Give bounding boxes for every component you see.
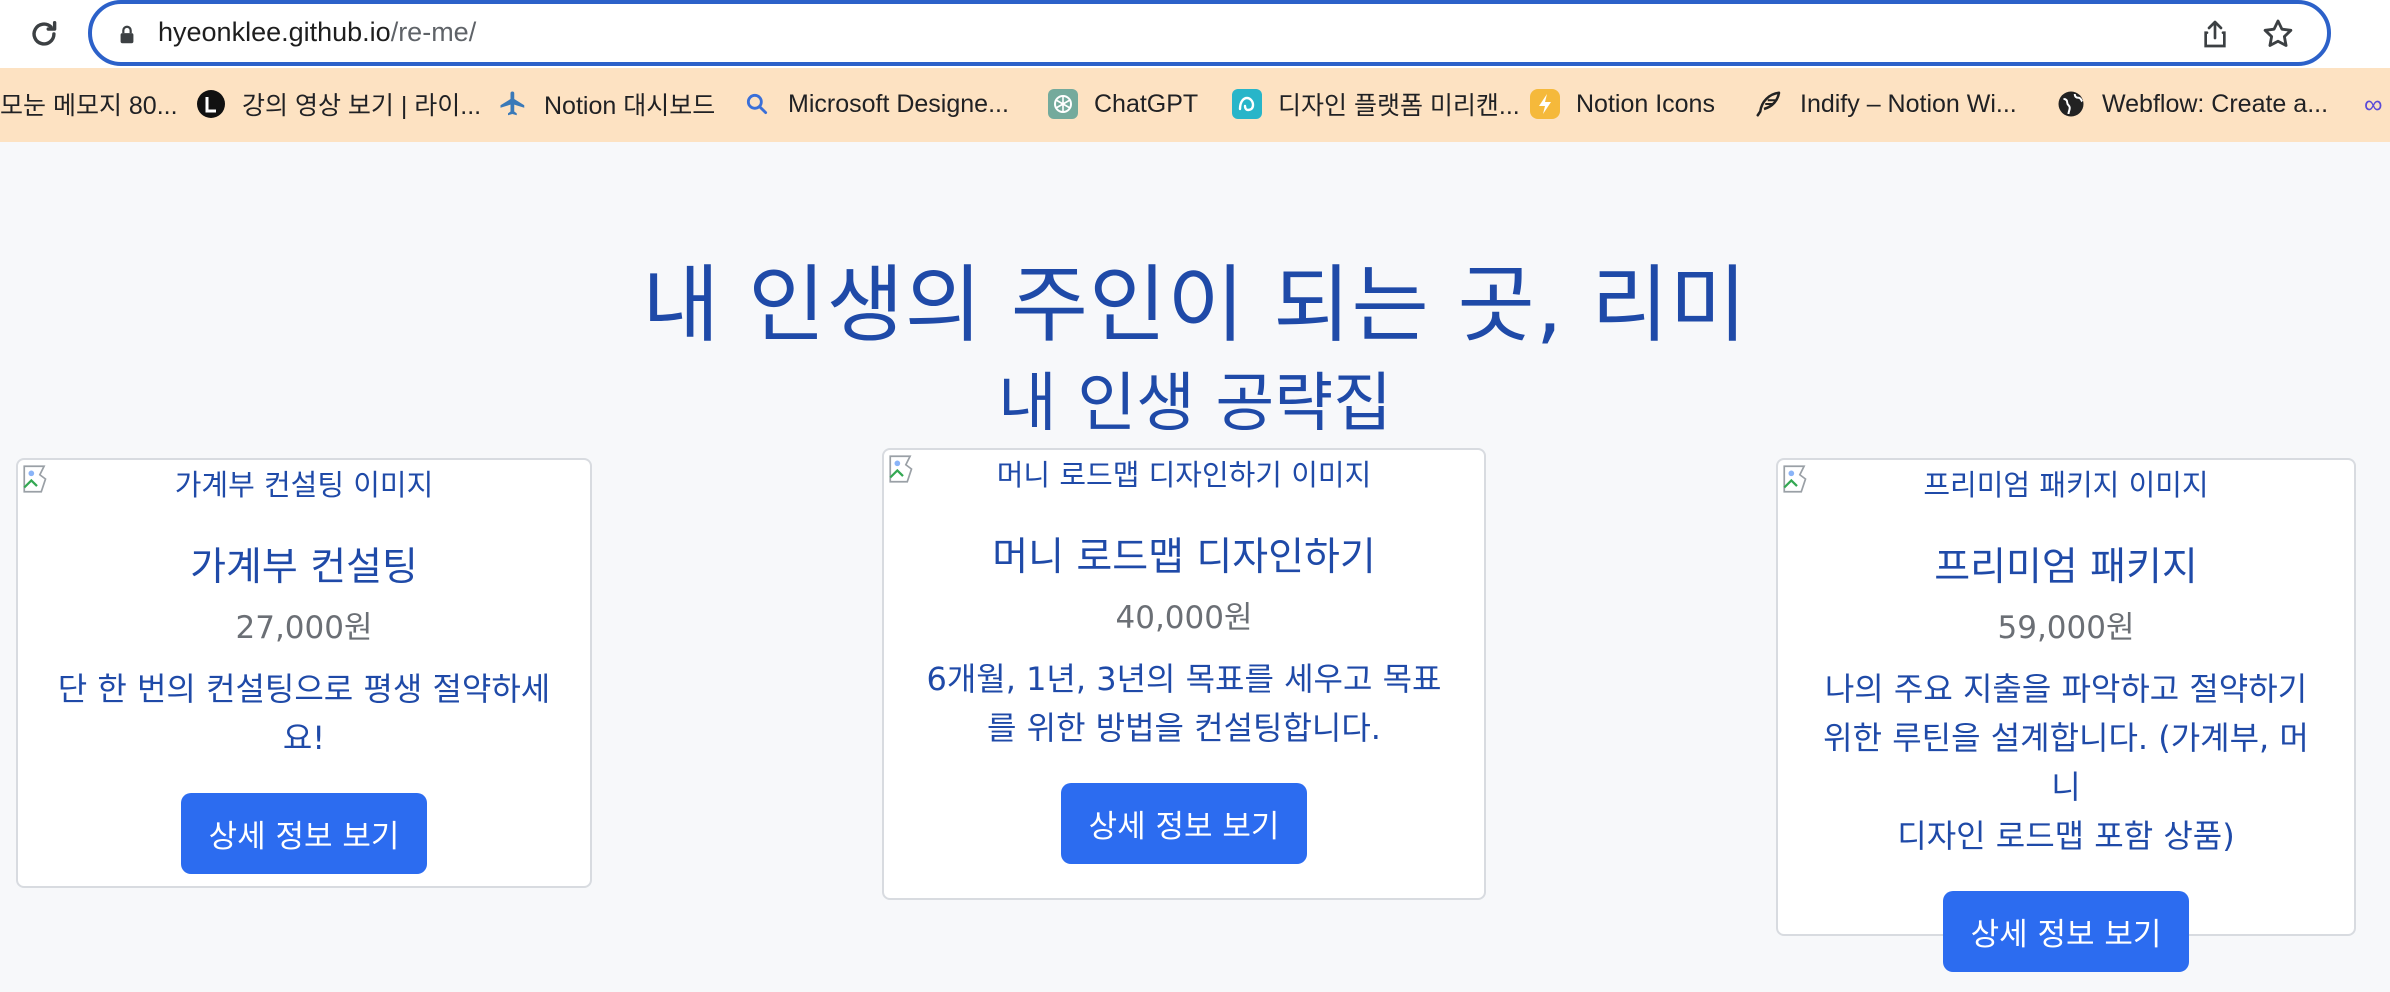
airplane-icon (498, 89, 528, 119)
page-subtitle: 내 인생 공략집 (998, 367, 1392, 441)
bookmark-item[interactable]: Webflow: Create a... (2056, 86, 2328, 122)
description-line: 6개월, 1년, 3년의 목표를 세우고 목표 (926, 660, 1442, 698)
bookmark-item[interactable]: Notion 대시보드 (498, 86, 715, 122)
chatgpt-icon (1048, 89, 1078, 119)
bookmark-label: Webflow: Create a... (2102, 89, 2329, 118)
bookmark-item[interactable]: Notion Icons (1530, 86, 1715, 122)
product-description: 6개월, 1년, 3년의 목표를 세우고 목표 를 위한 방법을 컨설팅합니다. (884, 655, 1484, 753)
url-text: hyeonklee.github.io/re-me/ (158, 17, 476, 48)
bookmark-item[interactable]: ChatGPT (1048, 86, 1198, 122)
bookmark-overflow-icon[interactable]: ∞ (2364, 86, 2383, 122)
product-price: 40,000원 (1115, 600, 1253, 636)
description-line: 나의 주요 지출을 파악하고 절약하기 (1824, 670, 2308, 708)
l-logo-icon (196, 89, 226, 119)
share-icon[interactable] (2199, 18, 2231, 50)
bookmark-label: 디자인 플랫폼 미리캔... (1278, 92, 1520, 120)
bookmark-label: ChatGPT (1094, 89, 1199, 118)
description-line: 디자인 로드맵 포함 상품) (1897, 817, 2235, 855)
product-image-alt: 프리미엄 패키지 이미지 (1923, 468, 2209, 502)
bookmark-item[interactable]: 디자인 플랫폼 미리캔... (1232, 86, 1520, 122)
bookmark-label: Microsoft Designe... (788, 89, 1009, 118)
page-title: 내 인생의 주인이 되는 곳, 리미 (642, 256, 1748, 354)
description-line: 를 위한 방법을 컨설팅합니다. (987, 709, 1381, 747)
product-price: 27,000원 (235, 610, 373, 646)
bookmark-label: 모눈 메모지 80... (0, 92, 178, 120)
url-host: hyeonklee.github.io (158, 17, 391, 47)
url-path: /re-me/ (390, 17, 477, 47)
miricanvas-icon (1232, 89, 1262, 119)
bookmark-label: Notion Icons (1576, 89, 1715, 118)
description-line: 단 한 번의 컨설팅으로 평생 절약하세 (57, 670, 551, 708)
bookmark-item[interactable]: 강의 영상 보기 | 라이... (196, 86, 481, 122)
bookmarks-bar: 모눈 메모지 80... 강의 영상 보기 | 라이... Notion 대시보… (0, 68, 2390, 142)
product-description: 단 한 번의 컨설팅으로 평생 절약하세 요! (18, 665, 590, 763)
bookmark-item[interactable]: 모눈 메모지 80... (0, 86, 178, 122)
description-line: 요! (282, 719, 326, 757)
details-button[interactable]: 상세 정보 보기 (1060, 783, 1308, 864)
broken-image-icon (23, 465, 47, 493)
reload-icon[interactable] (22, 12, 66, 56)
description-line: 위한 루틴을 설계합니다. (가계부, 머니 (1823, 719, 2309, 806)
broken-image-icon (889, 455, 913, 483)
bookmark-item[interactable]: Microsoft Designe... (742, 86, 1009, 122)
product-price: 59,000원 (1997, 610, 2135, 646)
bookmark-label: 강의 영상 보기 | 라이... (242, 92, 482, 120)
product-title: 프리미엄 패키지 (1934, 545, 2198, 590)
product-image: 머니 로드맵 디자인하기 이미지 (884, 450, 1484, 496)
address-bar[interactable]: hyeonklee.github.io/re-me/ (88, 0, 2331, 66)
product-image-alt: 가계부 컨설팅 이미지 (174, 468, 434, 502)
search-icon (742, 89, 772, 119)
product-image: 프리미엄 패키지 이미지 (1778, 460, 2354, 506)
bookmark-label: Indify – Notion Wi... (1800, 89, 2017, 118)
product-card: 프리미엄 패키지 이미지 프리미엄 패키지 59,000원 나의 주요 지출을 … (1776, 458, 2356, 972)
broken-image-icon (1783, 465, 1807, 493)
bookmark-label: Notion 대시보드 (544, 92, 716, 120)
product-title: 머니 로드맵 디자인하기 (992, 535, 1376, 580)
details-button[interactable]: 상세 정보 보기 (1942, 891, 2190, 972)
details-button[interactable]: 상세 정보 보기 (180, 793, 428, 874)
bookmark-item[interactable]: Indify – Notion Wi... (1754, 86, 2017, 122)
product-image: 가계부 컨설팅 이미지 (18, 460, 590, 506)
bolt-icon (1530, 89, 1560, 119)
bookmark-star-icon[interactable] (2261, 17, 2295, 51)
product-card: 가계부 컨설팅 이미지 가계부 컨설팅 27,000원 단 한 번의 컨설팅으로… (16, 458, 592, 888)
globe-icon (2056, 89, 2086, 119)
product-title: 가계부 컨설팅 (190, 545, 418, 590)
feather-icon (1754, 89, 1784, 119)
browser-toolbar: hyeonklee.github.io/re-me/ (0, 0, 2390, 68)
product-description: 나의 주요 지출을 파악하고 절약하기 위한 루틴을 설계합니다. (가계부, … (1778, 665, 2354, 861)
product-card: 머니 로드맵 디자인하기 이미지 머니 로드맵 디자인하기 40,000원 6개… (882, 448, 1486, 900)
product-image-alt: 머니 로드맵 디자인하기 이미지 (996, 458, 1372, 492)
lock-icon (120, 25, 134, 44)
